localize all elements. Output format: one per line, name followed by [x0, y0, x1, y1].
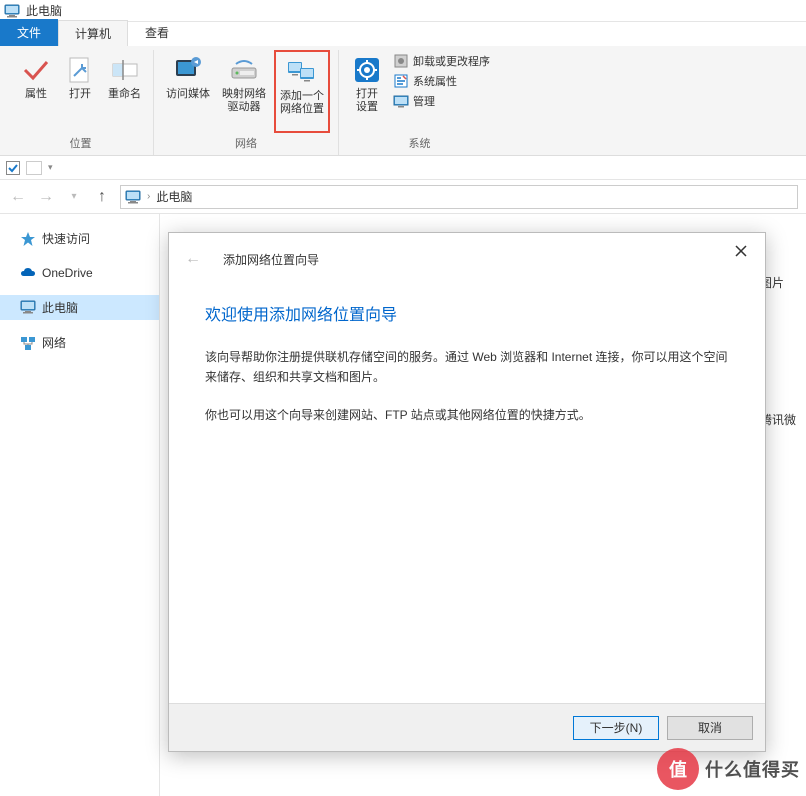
uninstall-icon	[393, 53, 409, 69]
ribbon-group-location: 属性 打开 重命名 位置	[8, 50, 154, 155]
settings-icon	[351, 54, 383, 86]
recent-dropdown[interactable]: ▾	[64, 187, 84, 207]
tab-view[interactable]: 查看	[128, 19, 186, 46]
watermark-text: 什么值得买	[705, 756, 800, 782]
this-pc-icon	[4, 4, 20, 18]
add-network-location-button[interactable]: 添加一个 网络位置	[274, 50, 330, 133]
navigation-sidebar: 快速访问 OneDrive 此电脑 网络	[0, 214, 160, 796]
dropdown-icon[interactable]: ▾	[48, 162, 53, 173]
tab-computer[interactable]: 计算机	[58, 20, 128, 46]
wizard-title: 添加网络位置向导	[223, 251, 319, 268]
forward-button[interactable]: →	[36, 187, 56, 207]
watermark-badge: 值	[657, 748, 699, 790]
ribbon-tabs: 文件 计算机 查看	[0, 22, 806, 46]
sysprops-icon	[393, 73, 409, 89]
sidebar-item-this-pc[interactable]: 此电脑	[0, 295, 159, 320]
access-media-button[interactable]: 访问媒体	[162, 50, 214, 133]
system-properties-button[interactable]: 系统属性	[391, 72, 492, 90]
drive-icon	[228, 54, 260, 86]
ribbon: 属性 打开 重命名 位置 访问媒体	[0, 46, 806, 156]
wizard-footer: 下一步(N) 取消	[169, 703, 765, 751]
wizard-body: 欢迎使用添加网络位置向导 该向导帮助你注册提供联机存储空间的服务。通过 Web …	[169, 285, 765, 703]
group-label-system: 系统	[409, 133, 431, 155]
cancel-button[interactable]: 取消	[667, 716, 753, 740]
open-button[interactable]: 打开	[60, 50, 100, 133]
navigation-bar: ← → ▾ ↑ › 此电脑	[0, 180, 806, 214]
select-all-checkbox[interactable]	[6, 161, 20, 175]
sidebar-item-quick-access[interactable]: 快速访问	[0, 226, 159, 251]
manage-button[interactable]: 管理	[391, 92, 492, 110]
wizard-heading: 欢迎使用添加网络位置向导	[205, 301, 729, 325]
open-settings-button[interactable]: 打开 设置	[347, 50, 387, 133]
sidebar-item-onedrive[interactable]: OneDrive	[0, 261, 159, 285]
sidebar-item-network[interactable]: 网络	[0, 330, 159, 355]
up-button[interactable]: ↑	[92, 187, 112, 207]
network-icon	[20, 335, 36, 351]
properties-button[interactable]: 属性	[16, 50, 56, 133]
this-pc-icon	[125, 190, 141, 204]
rename-button[interactable]: 重命名	[104, 50, 145, 133]
close-button[interactable]	[725, 239, 757, 263]
uninstall-programs-button[interactable]: 卸载或更改程序	[391, 52, 492, 70]
watermark: 值 什么值得买	[657, 748, 800, 790]
wizard-paragraph-2: 你也可以用这个向导来创建网站、FTP 站点或其他网络位置的快捷方式。	[205, 405, 729, 425]
chevron-right-icon: ›	[147, 191, 150, 202]
open-icon	[64, 54, 96, 86]
ribbon-group-network: 访问媒体 映射网络 驱动器 添加一个 网络位置 网络	[154, 50, 339, 155]
rename-icon	[109, 54, 141, 86]
checkmark-icon	[20, 54, 52, 86]
map-drive-button[interactable]: 映射网络 驱动器	[218, 50, 270, 133]
wizard-back-button[interactable]: ←	[181, 247, 205, 271]
folder-mini-icon	[26, 161, 42, 175]
tab-file[interactable]: 文件	[0, 19, 58, 46]
manage-icon	[393, 93, 409, 109]
ribbon-group-system: 打开 设置 卸载或更改程序 系统属性 管理 系统	[339, 50, 500, 155]
cloud-icon	[20, 265, 36, 281]
group-label-network: 网络	[235, 133, 257, 155]
wizard-header: ← 添加网络位置向导	[169, 233, 765, 285]
this-pc-icon	[20, 300, 36, 316]
wizard-paragraph-1: 该向导帮助你注册提供联机存储空间的服务。通过 Web 浏览器和 Internet…	[205, 347, 729, 387]
group-label-location: 位置	[70, 133, 92, 155]
address-location: 此电脑	[156, 188, 192, 205]
title-bar: 此电脑	[0, 0, 806, 22]
address-bar[interactable]: › 此电脑	[120, 185, 798, 209]
window-title: 此电脑	[26, 2, 62, 19]
network-location-icon	[286, 56, 318, 88]
next-button[interactable]: 下一步(N)	[573, 716, 659, 740]
quick-access-toolbar: ▾	[0, 156, 806, 180]
media-icon	[172, 54, 204, 86]
star-icon	[20, 231, 36, 247]
back-button[interactable]: ←	[8, 187, 28, 207]
add-network-location-wizard: ← 添加网络位置向导 欢迎使用添加网络位置向导 该向导帮助你注册提供联机存储空间…	[168, 232, 766, 752]
